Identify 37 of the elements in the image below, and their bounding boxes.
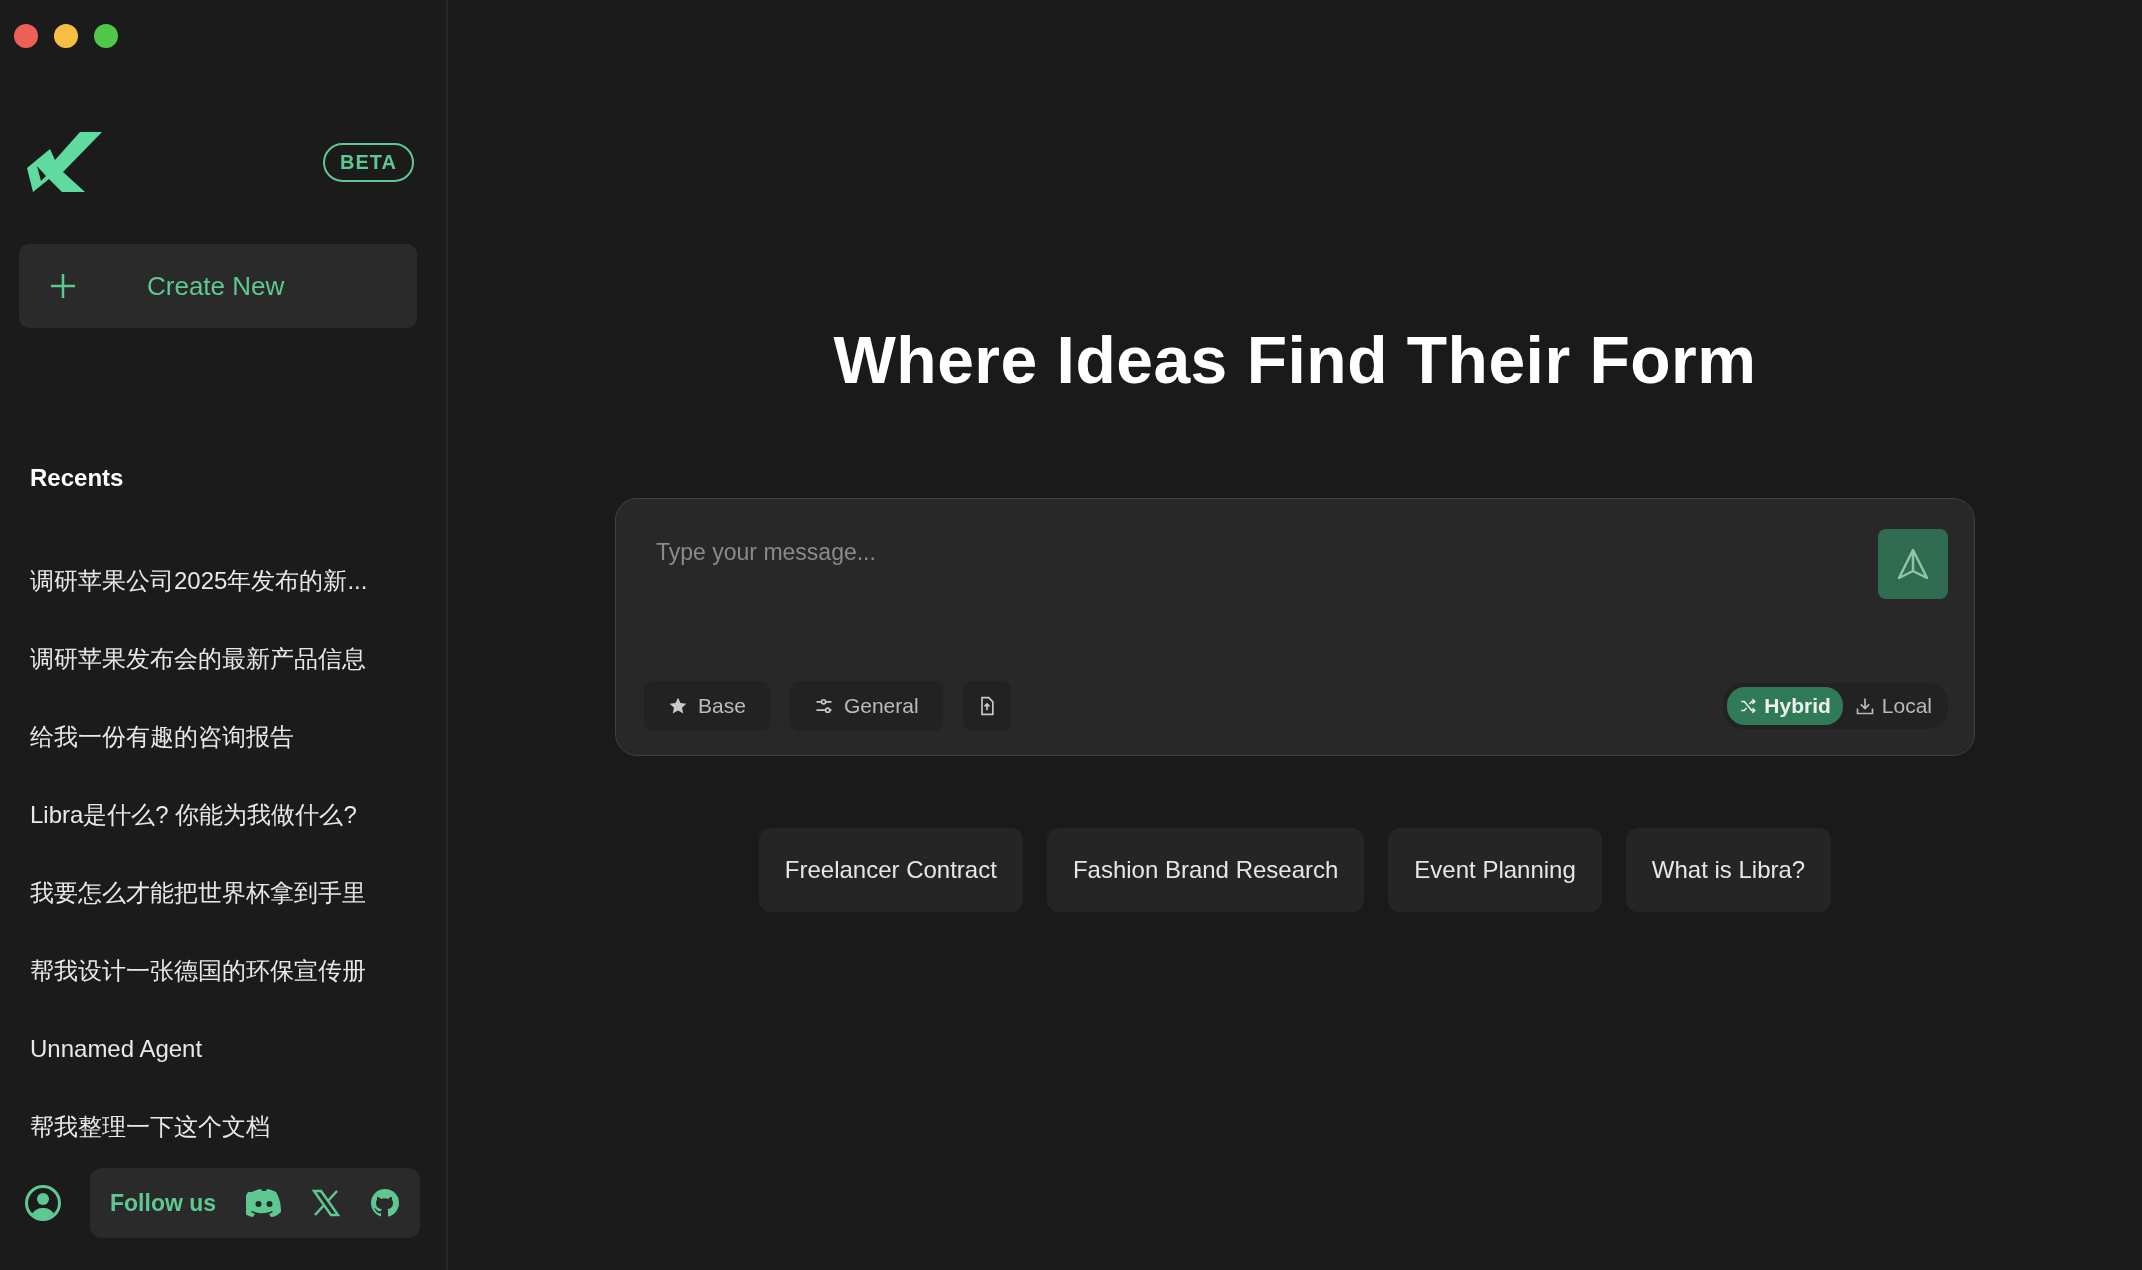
discord-icon[interactable] — [246, 1189, 283, 1217]
shuffle-icon — [1739, 697, 1758, 715]
recent-chat-item[interactable]: 给我一份有趣的咨询报告 — [30, 721, 294, 753]
recent-chat-item[interactable]: 帮我设计一张德国的环保宣传册 — [30, 955, 366, 987]
logo-icon — [25, 130, 105, 194]
suggestion-chip[interactable]: Freelancer Contract — [758, 828, 1023, 912]
github-icon[interactable] — [369, 1188, 400, 1218]
send-icon — [1895, 546, 1931, 582]
recent-chat-item[interactable]: 调研苹果发布会的最新产品信息 — [30, 643, 366, 675]
plus-icon — [49, 272, 77, 300]
send-button[interactable] — [1878, 529, 1948, 599]
recent-chat-item[interactable]: Libra是什么? 你能为我做什么? — [30, 799, 357, 831]
recent-chat-item[interactable]: 帮我整理一下这个文档 — [30, 1111, 270, 1143]
maximize-window-button[interactable] — [94, 24, 118, 48]
user-avatar-icon[interactable] — [24, 1184, 62, 1222]
recents-heading: Recents — [30, 464, 125, 492]
message-input-field[interactable]: Type your message... — [644, 529, 1568, 576]
minimize-window-button[interactable] — [54, 24, 78, 48]
create-new-button[interactable]: Create New — [19, 244, 417, 328]
x-logo-icon[interactable] — [312, 1189, 340, 1217]
recent-chat-item[interactable]: Unnamed Agent — [30, 1035, 203, 1063]
hero-heading: Where Ideas Find Their Form — [833, 322, 1757, 398]
star-icon — [668, 696, 688, 716]
suggestion-chip[interactable]: Fashion Brand Research — [1046, 828, 1365, 912]
suggestion-chip[interactable]: Event Planning — [1388, 828, 1602, 912]
mode-tab[interactable]: Local — [1842, 687, 1944, 725]
download-icon — [1854, 696, 1875, 716]
suggestion-chip[interactable]: What is Libra? — [1625, 828, 1832, 912]
beta-badge: BETA — [323, 142, 414, 182]
base-button[interactable]: Base — [644, 681, 770, 731]
mode-tab[interactable]: Hybrid — [1727, 687, 1843, 725]
recent-chat-item[interactable]: 我要怎么才能把世界杯拿到手里 — [30, 877, 366, 909]
follow-us-label: Follow us — [110, 1189, 217, 1217]
recent-chat-item[interactable]: 调研苹果公司2025年发布的新... — [30, 565, 368, 597]
general-button[interactable]: General — [789, 681, 943, 731]
upload-file-button[interactable] — [962, 681, 1011, 731]
close-window-button[interactable] — [14, 24, 38, 48]
